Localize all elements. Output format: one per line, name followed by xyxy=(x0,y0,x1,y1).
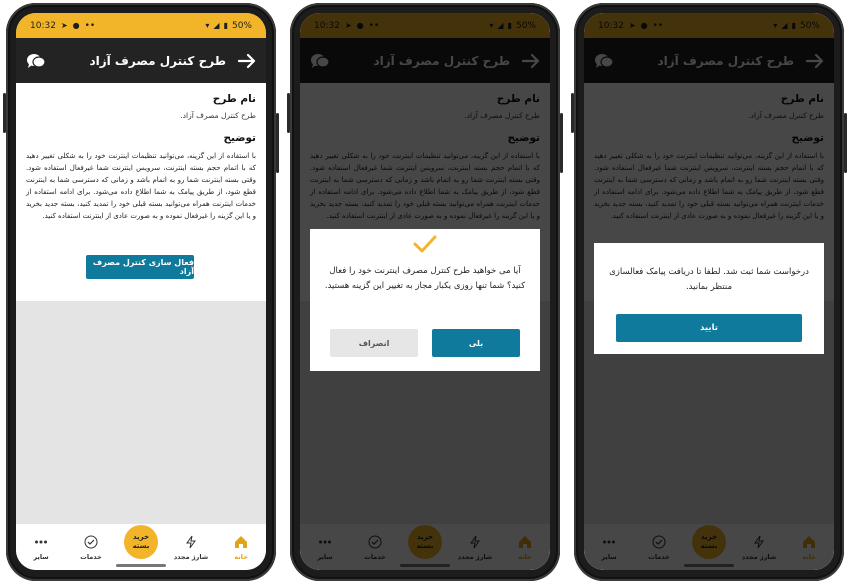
buy-package-button[interactable]: خرید بسته xyxy=(124,525,158,559)
status-right: ▾ ◢ ▮ 50% xyxy=(205,21,252,31)
nav-services[interactable]: خدمات xyxy=(69,535,113,561)
bottom-nav: خانه شارژ مجدد خرید بسته خدمات سایر xyxy=(16,524,266,570)
screen-plan-details: 10:32 ➤ ● •• ▾ ◢ ▮ 50% طرح کنترل مصرف آز… xyxy=(16,13,266,570)
nav-services-label: خدمات xyxy=(80,553,102,561)
more-dots-icon xyxy=(35,540,47,544)
wifi-icon: ▾ xyxy=(205,21,210,30)
nav-home-label: خانه xyxy=(234,553,248,561)
nav-more[interactable]: سایر xyxy=(19,535,63,561)
home-icon xyxy=(235,536,247,548)
page-title: طرح کنترل مصرف آزاد xyxy=(89,53,226,68)
phone-1: 10:32 ➤ ● •• ▾ ◢ ▮ 50% طرح کنترل مصرف آز… xyxy=(3,3,279,581)
plan-name-value: طرح کنترل مصرف آزاد. xyxy=(180,111,256,120)
description-text: با استفاده از این گزینه، می‌توانید تنظیم… xyxy=(26,152,256,220)
signal-icon: ◢ xyxy=(213,21,220,30)
nav-buy-package[interactable]: خرید بسته xyxy=(119,525,163,561)
nav-home[interactable]: خانه xyxy=(219,535,263,561)
chat-icon[interactable] xyxy=(26,52,46,70)
status-bar: 10:32 ➤ ● •• ▾ ◢ ▮ 50% xyxy=(16,13,266,38)
notification-icon: ● xyxy=(72,21,80,30)
nav-recharge-label: شارژ مجدد xyxy=(173,553,209,561)
home-indicator xyxy=(116,564,166,567)
battery-percent: 50% xyxy=(231,20,252,31)
check-circle-icon xyxy=(84,535,98,549)
checkmark-icon xyxy=(413,235,437,253)
activate-button[interactable]: فعال سازی کنترل مصرف آزاد xyxy=(86,255,194,279)
app-bar: طرح کنترل مصرف آزاد xyxy=(16,38,266,83)
nav-more-label: سایر xyxy=(33,553,49,561)
phone-3: 10:32 ➤ ● •• ▾ ◢ ▮ 50% طرح کنترل مصرف آز… xyxy=(571,3,847,581)
status-dots: •• xyxy=(84,20,96,31)
confirm-dialog: آیا می خواهید طرح کنترل مصرف اینترنت خود… xyxy=(310,229,540,371)
nav-recharge[interactable]: شارژ مجدد xyxy=(169,535,213,561)
status-left: 10:32 ➤ ● •• xyxy=(30,21,95,31)
description-heading: توضیح xyxy=(223,132,256,144)
battery-icon: ▮ xyxy=(223,21,228,30)
status-time: 10:32 xyxy=(30,20,56,31)
info-dialog: درخواست شما ثبت شد. لطفا تا دریافت پیامک… xyxy=(594,243,824,354)
lightning-icon xyxy=(186,535,196,549)
info-message: درخواست شما ثبت شد. لطفا تا دریافت پیامک… xyxy=(609,267,809,292)
screen-request-submitted: 10:32 ➤ ● •• ▾ ◢ ▮ 50% طرح کنترل مصرف آز… xyxy=(584,13,834,570)
yes-button[interactable]: بلی xyxy=(432,329,520,357)
ok-button[interactable]: تایید xyxy=(616,314,802,342)
send-icon: ➤ xyxy=(60,21,68,30)
screen-confirm: 10:32 ➤ ● •• ▾ ◢ ▮ 50% طرح کنترل مصرف آز… xyxy=(300,13,550,570)
cancel-button[interactable]: انصراف xyxy=(330,329,418,357)
plan-name-heading: نام طرح xyxy=(212,93,256,105)
phone-2: 10:32 ➤ ● •• ▾ ◢ ▮ 50% طرح کنترل مصرف آز… xyxy=(287,3,563,581)
plan-card: نام طرح طرح کنترل مصرف آزاد. توضیح با اس… xyxy=(16,83,266,301)
back-arrow-icon[interactable] xyxy=(238,53,256,69)
confirm-message: آیا می خواهید طرح کنترل مصرف اینترنت خود… xyxy=(324,266,526,291)
